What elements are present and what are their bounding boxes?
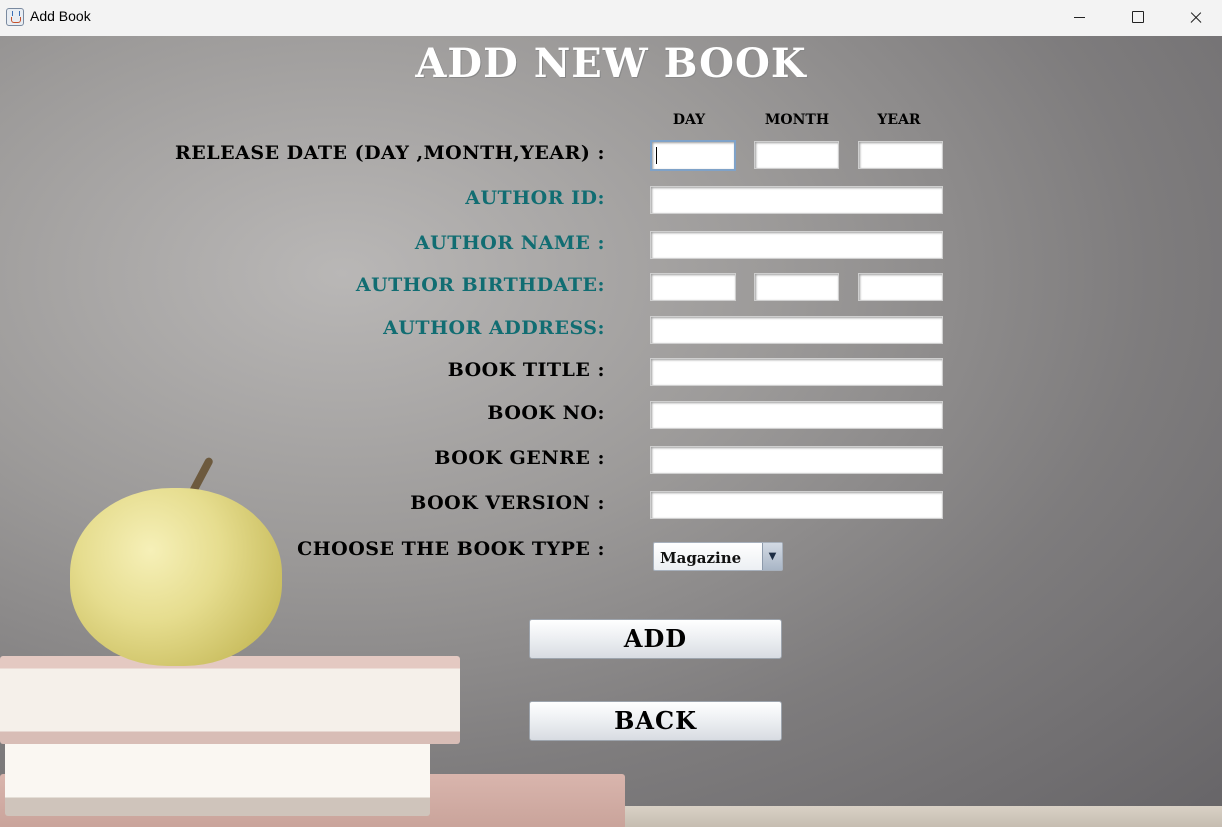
author-address-input[interactable] (650, 316, 943, 344)
background-book (0, 656, 460, 744)
form-panel: ADD NEW BOOK DAY MONTH YEAR RELEASE DATE… (0, 36, 1222, 827)
page-title: ADD NEW BOOK (415, 40, 807, 87)
birth-month-input[interactable] (754, 273, 839, 301)
java-app-icon (6, 8, 24, 26)
release-year-input[interactable] (858, 141, 943, 169)
book-genre-label: BOOK GENRE : (434, 447, 605, 469)
book-title-label: BOOK TITLE : (447, 359, 605, 381)
birth-year-input[interactable] (858, 273, 943, 301)
column-header-day: DAY (672, 112, 706, 128)
book-no-label: BOOK NO: (487, 402, 605, 424)
book-title-input[interactable] (650, 358, 943, 386)
book-type-select[interactable]: Magazine ▼ (653, 542, 783, 571)
author-birthdate-label: AUTHOR BIRTHDATE: (355, 274, 605, 296)
column-header-year: YEAR (877, 112, 921, 128)
release-date-label: RELEASE DATE (DAY ,MONTH,YEAR) : (175, 142, 605, 164)
birth-day-input[interactable] (650, 273, 736, 301)
author-address-label: AUTHOR ADDRESS: (383, 317, 605, 339)
title-bar: Add Book (0, 0, 1222, 36)
release-day-input[interactable] (650, 140, 736, 171)
close-button[interactable] (1166, 0, 1222, 36)
author-id-input[interactable] (650, 186, 943, 214)
back-button[interactable]: BACK (529, 701, 782, 741)
minimize-button[interactable] (1050, 0, 1108, 36)
text-caret (656, 147, 657, 164)
window-title: Add Book (30, 8, 91, 24)
maximize-icon (1132, 11, 1144, 23)
book-version-input[interactable] (650, 491, 943, 519)
author-name-input[interactable] (650, 231, 943, 259)
book-version-label: BOOK VERSION : (410, 492, 605, 514)
book-type-label: CHOOSE THE BOOK TYPE : (297, 538, 605, 560)
author-id-label: AUTHOR ID: (465, 187, 605, 209)
book-genre-input[interactable] (650, 446, 943, 474)
add-button[interactable]: ADD (529, 619, 782, 659)
book-type-selected-value: Magazine (660, 549, 742, 567)
column-header-month: MONTH (764, 112, 830, 128)
author-name-label: AUTHOR NAME : (414, 232, 605, 254)
background-apple (70, 488, 282, 666)
book-no-input[interactable] (650, 401, 943, 429)
dropdown-arrow-icon[interactable]: ▼ (762, 543, 782, 570)
release-month-input[interactable] (754, 141, 839, 169)
minimize-icon (1074, 17, 1085, 18)
maximize-button[interactable] (1108, 0, 1166, 36)
